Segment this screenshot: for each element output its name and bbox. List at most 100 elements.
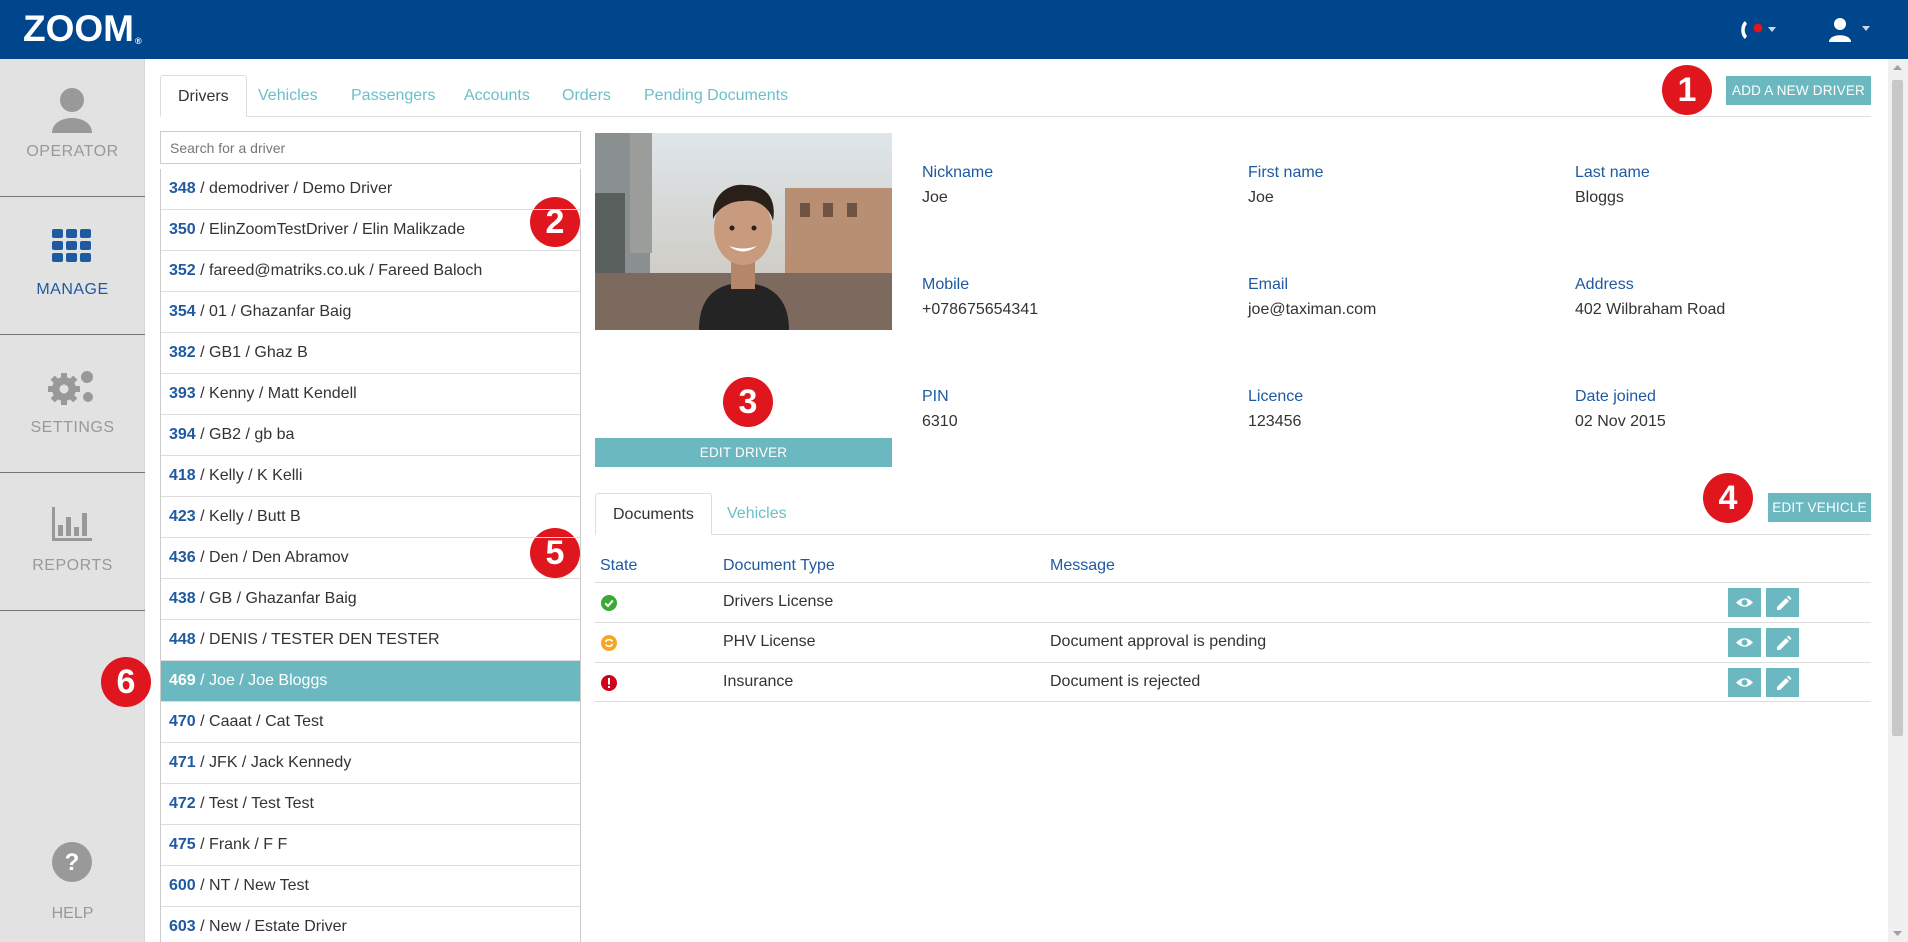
- driver-id: 475: [169, 836, 196, 853]
- check-circle-icon: [601, 595, 617, 611]
- main-tabs: Drivers Vehicles Passengers Accounts Ord…: [160, 75, 1871, 117]
- driver-list-item[interactable]: 470 / Caaat / Cat Test: [161, 702, 580, 743]
- edit-document-button[interactable]: [1766, 588, 1799, 617]
- document-tabs: Documents Vehicles: [595, 493, 1871, 535]
- driver-id: 348: [169, 180, 196, 197]
- driver-list-item[interactable]: 354 / 01 / Ghazanfar Baig: [161, 292, 580, 333]
- driver-id: 603: [169, 918, 196, 935]
- driver-list-item[interactable]: 436 / Den / Den Abramov: [161, 538, 580, 579]
- driver-list-item[interactable]: 423 / Kelly / Butt B: [161, 497, 580, 538]
- document-type: PHV License: [723, 633, 816, 650]
- column-header-message: Message: [1050, 557, 1115, 574]
- pending-icon: [601, 635, 617, 651]
- sidebar-item-label: REPORTS: [32, 557, 113, 574]
- view-document-button[interactable]: [1728, 588, 1761, 617]
- svg-text:?: ?: [65, 849, 80, 876]
- driver-name: / Test / Test Test: [195, 795, 314, 812]
- driver-list-item[interactable]: 472 / Test / Test Test: [161, 784, 580, 825]
- user-icon: [0, 87, 145, 135]
- table-row: Drivers License: [595, 582, 1871, 622]
- driver-list-item[interactable]: 418 / Kelly / K Kelli: [161, 456, 580, 497]
- scroll-down-icon[interactable]: [1890, 927, 1905, 939]
- field-date-joined: Date joined 02 Nov 2015: [1575, 388, 1666, 430]
- sidebar-item-reports[interactable]: REPORTS: [0, 473, 145, 611]
- tab-passengers[interactable]: Passengers: [334, 75, 453, 117]
- phone-icon[interactable]: [1736, 18, 1778, 42]
- callout-badge-1: 1: [1662, 65, 1712, 115]
- edit-driver-button[interactable]: EDIT DRIVER: [595, 438, 892, 467]
- tab-pending-documents[interactable]: Pending Documents: [627, 75, 805, 117]
- scroll-up-icon[interactable]: [1890, 62, 1905, 74]
- driver-id: 393: [169, 385, 196, 402]
- scrollbar-thumb[interactable]: [1892, 80, 1903, 736]
- exclamation-circle-icon: [601, 675, 617, 691]
- driver-id: 469: [169, 672, 196, 689]
- field-email: Email joe@taximan.com: [1248, 276, 1377, 318]
- field-licence: Licence 123456: [1248, 388, 1304, 430]
- driver-list-item[interactable]: 438 / GB / Ghazanfar Baig: [161, 579, 580, 620]
- document-message: Document approval is pending: [1050, 633, 1267, 650]
- driver-name: / JFK / Jack Kennedy: [195, 754, 352, 771]
- driver-list-item[interactable]: 382 / GB1 / Ghaz B: [161, 333, 580, 374]
- driver-list-item[interactable]: 600 / NT / New Test: [161, 866, 580, 907]
- field-last-name: Last name Bloggs: [1575, 164, 1650, 206]
- field-nickname: Nickname Joe: [922, 164, 994, 206]
- sidebar-item-label: OPERATOR: [26, 143, 119, 160]
- driver-name: / GB2 / gb ba: [195, 426, 295, 443]
- driver-list-item[interactable]: 348 / demodriver / Demo Driver: [161, 169, 580, 210]
- driver-id: 394: [169, 426, 196, 443]
- driver-list-item[interactable]: 352 / fareed@matriks.co.uk / Fareed Balo…: [161, 251, 580, 292]
- driver-name: / Kelly / Butt B: [195, 508, 301, 525]
- view-document-button[interactable]: [1728, 668, 1761, 697]
- field-first-name: First name Joe: [1248, 164, 1324, 206]
- driver-id: 436: [169, 549, 196, 566]
- driver-list-item[interactable]: 350 / ElinZoomTestDriver / Elin Malikzad…: [161, 210, 580, 251]
- driver-id: 354: [169, 303, 196, 320]
- driver-id: 350: [169, 221, 196, 238]
- driver-list-item[interactable]: 603 / New / Estate Driver: [161, 907, 580, 942]
- user-menu[interactable]: [1826, 16, 1872, 44]
- callout-badge-3: 3: [723, 377, 773, 427]
- driver-list-item[interactable]: 394 / GB2 / gb ba: [161, 415, 580, 456]
- column-header-document-type: Document Type: [723, 557, 835, 574]
- driver-list-item[interactable]: 448 / DENIS / TESTER DEN TESTER: [161, 620, 580, 661]
- table-row: Insurance Document is rejected: [595, 662, 1871, 702]
- grid-icon: [0, 225, 145, 273]
- sidebar-item-settings[interactable]: SETTINGS: [0, 335, 145, 473]
- driver-id: 448: [169, 631, 196, 648]
- driver-id: 438: [169, 590, 196, 607]
- zoom-logo[interactable]: ZOOM®: [23, 8, 142, 50]
- tab-drivers[interactable]: Drivers: [160, 75, 247, 117]
- driver-list-item[interactable]: 471 / JFK / Jack Kennedy: [161, 743, 580, 784]
- driver-id: 471: [169, 754, 196, 771]
- driver-name: / demodriver / Demo Driver: [195, 180, 393, 197]
- add-new-driver-button[interactable]: ADD A NEW DRIVER: [1726, 76, 1871, 105]
- sidebar-item-operator[interactable]: OPERATOR: [0, 59, 145, 197]
- driver-name: / Kelly / K Kelli: [195, 467, 303, 484]
- driver-list-item[interactable]: 393 / Kenny / Matt Kendell: [161, 374, 580, 415]
- sidebar-item-help[interactable]: ? HELP: [0, 839, 145, 939]
- sidebar-item-manage[interactable]: MANAGE: [0, 197, 145, 335]
- tab-driver-vehicles[interactable]: Vehicles: [710, 493, 804, 535]
- driver-id: 382: [169, 344, 196, 361]
- view-document-button[interactable]: [1728, 628, 1761, 657]
- edit-document-button[interactable]: [1766, 668, 1799, 697]
- pencil-icon: [1777, 595, 1792, 610]
- driver-name: / Frank / F F: [195, 836, 288, 853]
- pencil-icon: [1777, 675, 1792, 690]
- field-mobile: Mobile +078675654341: [922, 276, 1039, 318]
- driver-search-input[interactable]: [160, 131, 581, 164]
- tab-vehicles[interactable]: Vehicles: [241, 75, 335, 117]
- question-icon: ?: [52, 842, 92, 882]
- driver-list-item[interactable]: 475 / Frank / F F: [161, 825, 580, 866]
- driver-name: / Den / Den Abramov: [195, 549, 349, 566]
- top-bar: ZOOM®: [0, 0, 1908, 59]
- edit-document-button[interactable]: [1766, 628, 1799, 657]
- driver-list-item-selected[interactable]: 469 / Joe / Joe Bloggs: [161, 661, 580, 702]
- column-header-state: State: [600, 557, 638, 574]
- tab-accounts[interactable]: Accounts: [447, 75, 547, 117]
- tab-orders[interactable]: Orders: [545, 75, 628, 117]
- eye-icon: [1736, 598, 1753, 607]
- tab-documents[interactable]: Documents: [595, 493, 712, 535]
- field-address: Address 402 Wilbraham Road: [1575, 276, 1726, 318]
